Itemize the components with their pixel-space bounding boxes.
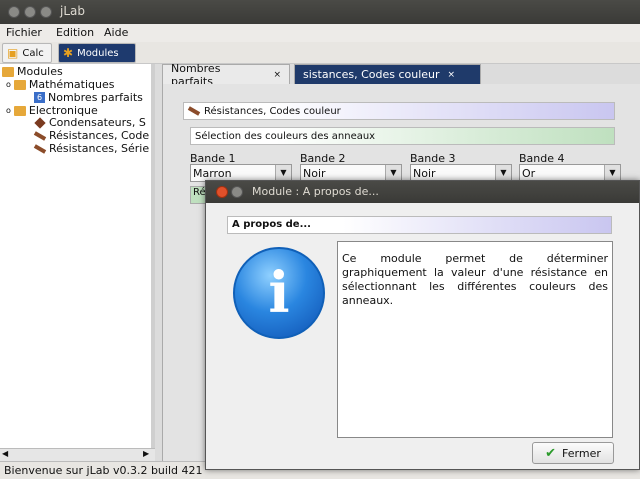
window-titlebar: jLab bbox=[0, 0, 640, 24]
toolbar: ▣ Calc ✱ Modules bbox=[0, 42, 640, 64]
fermer-button[interactable]: ✔ Fermer bbox=[532, 442, 614, 464]
band-1-value: Marron bbox=[193, 166, 232, 180]
about-dialog: Module : A propos de... A propos de... i… bbox=[205, 180, 640, 470]
calc-button[interactable]: ▣ Calc bbox=[2, 43, 52, 63]
chevron-down-icon[interactable]: ▼ bbox=[385, 165, 401, 181]
band-2-value: Noir bbox=[303, 166, 326, 180]
close-window-button[interactable] bbox=[8, 6, 20, 18]
chevron-down-icon[interactable]: ▼ bbox=[495, 165, 511, 181]
module-tree: Modules o Mathématiques 6 Nombres parfai… bbox=[0, 64, 155, 461]
tree-root-label: Modules bbox=[17, 65, 63, 78]
menu-bar: Fichier Edition Aide bbox=[0, 24, 640, 42]
resistor-icon bbox=[187, 106, 201, 116]
chevron-down-icon[interactable]: ▼ bbox=[604, 165, 620, 181]
minimize-dialog-button[interactable] bbox=[231, 186, 243, 198]
dialog-title: Module : A propos de... bbox=[252, 185, 379, 198]
check-icon: ✔ bbox=[545, 445, 557, 461]
puzzle-icon: ✱ bbox=[63, 46, 74, 60]
modules-folder-icon bbox=[2, 66, 14, 77]
tree-item-label: Nombres parfaits bbox=[48, 91, 143, 104]
tree-item-resistances-code[interactable]: Résistances, Code bbox=[33, 129, 150, 142]
tree-item-nombres-parfaits[interactable]: 6 Nombres parfaits bbox=[34, 91, 143, 104]
dialog-titlebar: Module : A propos de... bbox=[206, 181, 639, 203]
menu-aide[interactable]: Aide bbox=[104, 26, 128, 39]
about-header: A propos de... bbox=[227, 216, 612, 234]
scroll-right-icon[interactable]: ▶ bbox=[143, 449, 149, 458]
maximize-window-button[interactable] bbox=[40, 6, 52, 18]
tab-resistances-codes-couleur[interactable]: sistances, Codes couleur × bbox=[294, 64, 481, 84]
chevron-down-icon[interactable]: ▼ bbox=[275, 165, 291, 181]
band-3-value: Noir bbox=[413, 166, 436, 180]
tree-item-resistances-serie[interactable]: Résistances, Série bbox=[33, 142, 150, 155]
tab-label: sistances, Codes couleur bbox=[303, 68, 440, 81]
tab-nombres-parfaits[interactable]: Nombres parfaits × bbox=[162, 62, 290, 88]
tree-vertical-scrollbar[interactable] bbox=[151, 64, 155, 448]
fermer-button-label: Fermer bbox=[562, 446, 601, 460]
tree-root[interactable]: Modules bbox=[2, 65, 63, 78]
menu-edition[interactable]: Edition bbox=[56, 26, 94, 39]
window-title: jLab bbox=[60, 4, 85, 18]
tree-item-condensateurs[interactable]: Condensateurs, S bbox=[34, 116, 146, 129]
scroll-left-icon[interactable]: ◀ bbox=[2, 449, 8, 458]
band-4-value: Or bbox=[522, 166, 536, 180]
tree-group-math-label: Mathématiques bbox=[28, 78, 115, 91]
module-header: Résistances, Codes couleur bbox=[183, 102, 615, 120]
modules-button-label: Modules bbox=[77, 47, 119, 59]
folder-icon bbox=[13, 79, 26, 90]
about-description: Ce module permet de déterminer graphique… bbox=[337, 241, 613, 438]
tree-item-label: Résistances, Série bbox=[49, 142, 150, 155]
number-six-icon: 6 bbox=[34, 92, 45, 103]
minimize-window-button[interactable] bbox=[24, 6, 36, 18]
close-tab-icon[interactable]: × bbox=[273, 70, 281, 80]
capacitor-icon bbox=[34, 116, 46, 129]
tree-group-math[interactable]: o Mathématiques bbox=[6, 78, 114, 91]
expand-toggle-icon[interactable]: o bbox=[6, 80, 11, 89]
section-header: Sélection des couleurs des anneaux bbox=[190, 127, 615, 145]
expand-toggle-icon[interactable]: o bbox=[6, 106, 11, 115]
close-tab-icon[interactable]: × bbox=[448, 70, 456, 80]
folder-icon bbox=[13, 105, 26, 116]
section-header-label: Sélection des couleurs des anneaux bbox=[195, 130, 376, 142]
info-icon: i bbox=[233, 247, 325, 339]
resistor-icon bbox=[33, 143, 47, 154]
modules-button[interactable]: ✱ Modules bbox=[58, 43, 136, 63]
tree-item-label: Condensateurs, S bbox=[49, 116, 146, 129]
tree-horizontal-scrollbar[interactable]: ◀ ▶ bbox=[0, 448, 155, 461]
calc-button-label: Calc bbox=[22, 47, 44, 59]
tab-bar: Nombres parfaits × sistances, Codes coul… bbox=[162, 62, 640, 88]
tree-item-label: Résistances, Code bbox=[49, 129, 150, 142]
close-dialog-button[interactable] bbox=[216, 186, 228, 198]
calculator-icon: ▣ bbox=[7, 46, 19, 60]
module-header-label: Résistances, Codes couleur bbox=[204, 105, 341, 117]
resistor-icon bbox=[33, 130, 47, 141]
menu-fichier[interactable]: Fichier bbox=[6, 26, 42, 39]
